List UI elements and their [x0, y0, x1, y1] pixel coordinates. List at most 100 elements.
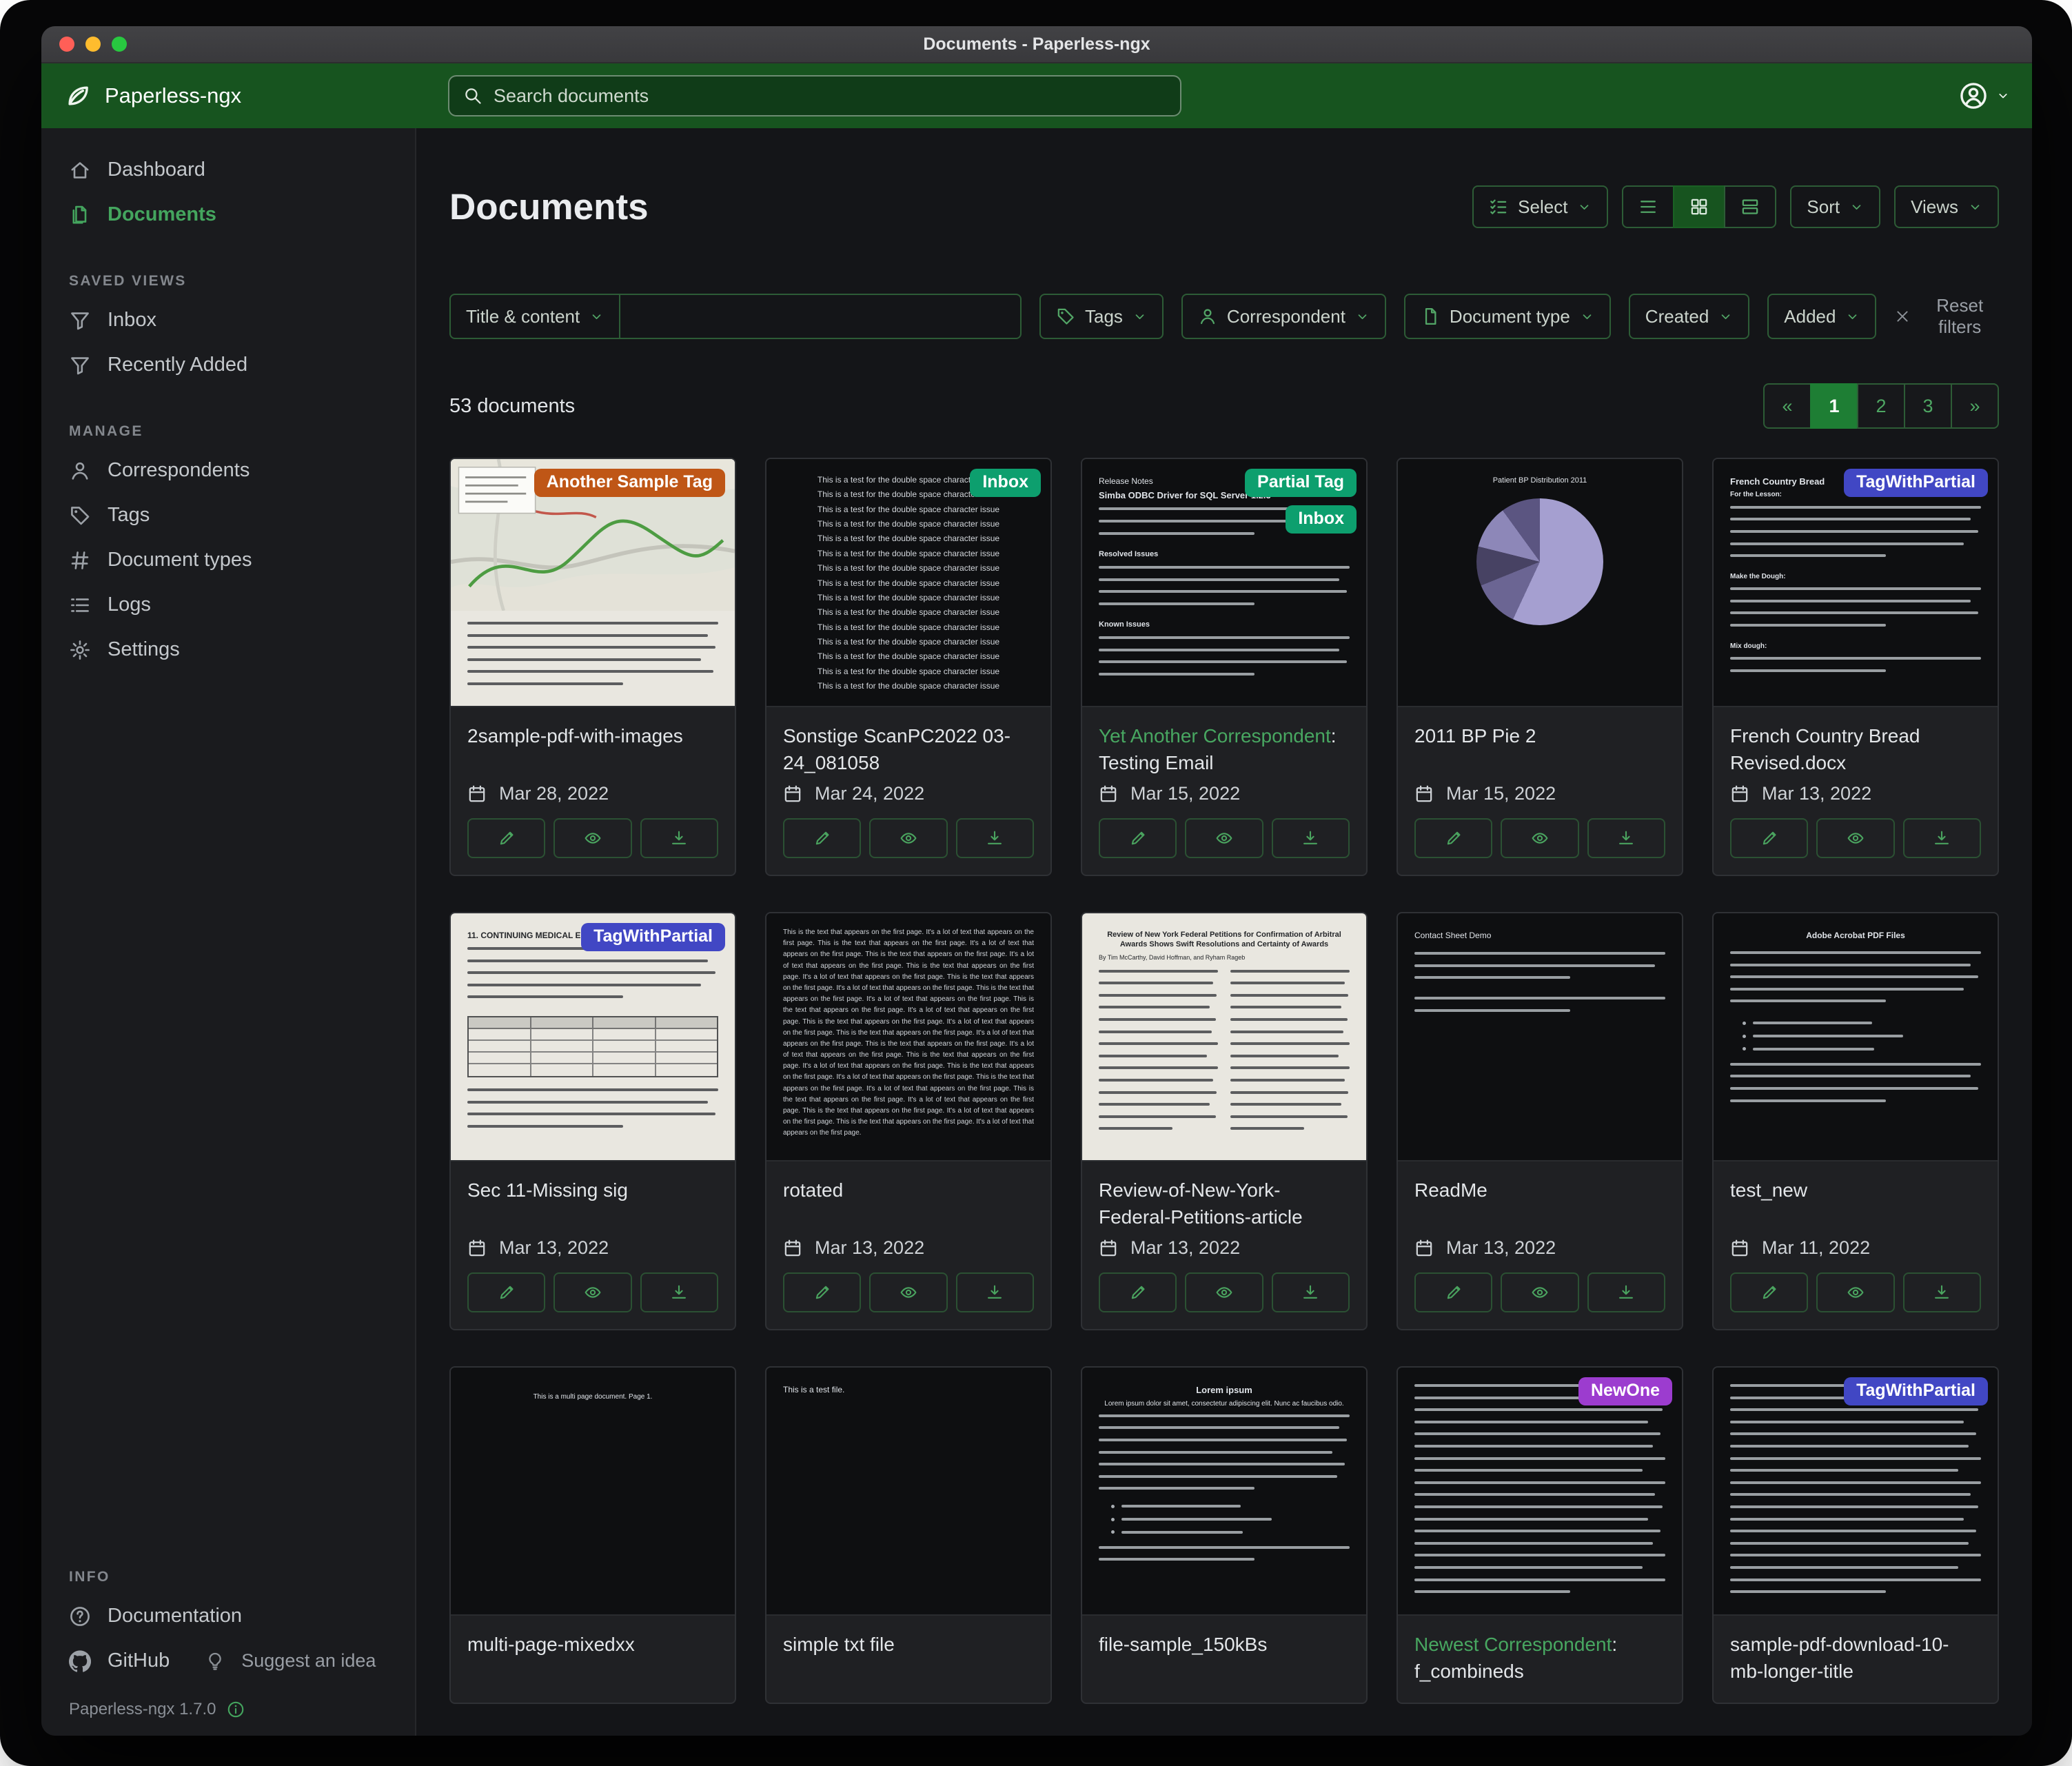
edit-document-button[interactable] [1414, 1272, 1492, 1312]
sidebar-item-github[interactable]: GitHub [41, 1638, 178, 1683]
view-document-button[interactable] [1185, 818, 1263, 858]
view-document-button[interactable] [869, 818, 947, 858]
download-document-button[interactable] [1272, 1272, 1350, 1312]
search-input[interactable] [494, 85, 1166, 107]
tags-filter-button[interactable]: Tags [1039, 294, 1164, 339]
tag-inbox[interactable]: Inbox [1286, 505, 1357, 534]
edit-document-button[interactable] [467, 1272, 545, 1312]
minimize-window-button[interactable] [85, 37, 101, 52]
sidebar-item-logs[interactable]: Logs [41, 582, 415, 627]
view-document-button[interactable] [1816, 1272, 1894, 1312]
pagination-prev[interactable]: « [1763, 383, 1811, 429]
views-button[interactable]: Views [1894, 185, 1999, 228]
sidebar-item-inbox[interactable]: Inbox [41, 298, 415, 343]
detail-view-button[interactable] [1724, 185, 1776, 228]
sidebar-item-documentation[interactable]: Documentation [41, 1594, 415, 1638]
document-title[interactable]: 2011 BP Pie 2 [1414, 722, 1665, 778]
user-menu[interactable] [1959, 81, 2010, 110]
download-document-button[interactable] [1272, 818, 1350, 858]
tag-another-sample-tag[interactable]: Another Sample Tag [534, 469, 725, 497]
document-thumbnail[interactable]: Patient BP Distribution 2011 [1398, 459, 1682, 707]
created-filter-button[interactable]: Created [1629, 294, 1750, 339]
pagination-page-2[interactable]: 2 [1857, 383, 1905, 429]
select-button[interactable]: Select [1472, 185, 1608, 228]
document-title[interactable]: rotated [783, 1177, 1034, 1232]
grid-view-button[interactable] [1673, 185, 1725, 228]
list-view-button[interactable] [1622, 185, 1674, 228]
download-document-button[interactable] [1587, 818, 1665, 858]
download-document-button[interactable] [1903, 1272, 1981, 1312]
sidebar-item-tags[interactable]: Tags [41, 493, 415, 538]
document-title[interactable]: Sec 11-Missing sig [467, 1177, 718, 1232]
tag-inbox[interactable]: Inbox [970, 469, 1041, 497]
correspondent-filter-button[interactable]: Correspondent [1181, 294, 1386, 339]
sort-button[interactable]: Sort [1790, 185, 1880, 228]
document-type-filter-button[interactable]: Document type [1404, 294, 1611, 339]
document-thumbnail[interactable]: NewOne [1398, 1368, 1682, 1616]
document-title[interactable]: multi-page-mixedxx [467, 1631, 718, 1686]
pagination-page-1[interactable]: 1 [1810, 383, 1858, 429]
document-thumbnail[interactable]: Adobe Acrobat PDF Files [1714, 913, 1998, 1161]
tag-tagwithpartial[interactable]: TagWithPartial [581, 923, 725, 951]
document-title[interactable]: Yet Another Correspondent: Testing Email [1099, 722, 1350, 778]
document-title[interactable]: Newest Correspondent: f_combineds [1414, 1631, 1665, 1686]
document-thumbnail[interactable]: Review of New York Federal Petitions for… [1082, 913, 1366, 1161]
document-title[interactable]: simple txt file [783, 1631, 1034, 1686]
pagination-page-3[interactable]: 3 [1904, 383, 1952, 429]
download-document-button[interactable] [1587, 1272, 1665, 1312]
document-thumbnail[interactable]: This is a test file. [766, 1368, 1050, 1616]
edit-document-button[interactable] [1099, 1272, 1177, 1312]
view-document-button[interactable] [1501, 818, 1578, 858]
document-title[interactable]: test_new [1730, 1177, 1981, 1232]
document-thumbnail[interactable]: TagWithPartial [1714, 1368, 1998, 1616]
global-search[interactable] [448, 75, 1181, 116]
document-thumbnail[interactable]: Another Sample Tag [451, 459, 735, 707]
sidebar-item-documents[interactable]: Documents [41, 192, 415, 237]
edit-document-button[interactable] [467, 818, 545, 858]
sidebar-item-suggest-an-idea[interactable]: Suggest an idea [178, 1639, 384, 1683]
document-title[interactable]: sample-pdf-download-10-mb-longer-title [1730, 1631, 1981, 1686]
edit-document-button[interactable] [783, 818, 861, 858]
zoom-window-button[interactable] [112, 37, 127, 52]
view-document-button[interactable] [553, 1272, 631, 1312]
view-document-button[interactable] [869, 1272, 947, 1312]
edit-document-button[interactable] [1099, 818, 1177, 858]
download-document-button[interactable] [956, 818, 1034, 858]
sidebar-item-settings[interactable]: Settings [41, 627, 415, 672]
document-title[interactable]: ReadMe [1414, 1177, 1665, 1232]
document-title[interactable]: 2sample-pdf-with-images [467, 722, 718, 778]
sidebar-item-dashboard[interactable]: Dashboard [41, 148, 415, 192]
download-document-button[interactable] [640, 1272, 718, 1312]
download-document-button[interactable] [1903, 818, 1981, 858]
document-correspondent[interactable]: Newest Correspondent [1414, 1634, 1612, 1655]
title-content-filter-input[interactable] [619, 294, 1022, 339]
sidebar-item-document-types[interactable]: Document types [41, 538, 415, 582]
tag-tagwithpartial[interactable]: TagWithPartial [1844, 1377, 1988, 1405]
document-thumbnail[interactable]: Release NotesSimba ODBC Driver for SQL S… [1082, 459, 1366, 707]
document-correspondent[interactable]: Yet Another Correspondent [1099, 725, 1331, 747]
tag-tagwithpartial[interactable]: TagWithPartial [1844, 469, 1988, 497]
view-document-button[interactable] [553, 818, 631, 858]
document-title[interactable]: file-sample_150kBs [1099, 1631, 1350, 1686]
sidebar-item-recently-added[interactable]: Recently Added [41, 343, 415, 387]
view-document-button[interactable] [1501, 1272, 1578, 1312]
edit-document-button[interactable] [1730, 1272, 1808, 1312]
document-thumbnail[interactable]: This is the text that appears on the fir… [766, 913, 1050, 1161]
download-document-button[interactable] [956, 1272, 1034, 1312]
sidebar-item-correspondents[interactable]: Correspondents [41, 448, 415, 493]
brand[interactable]: Paperless-ngx [63, 81, 448, 110]
download-document-button[interactable] [640, 818, 718, 858]
view-document-button[interactable] [1816, 818, 1894, 858]
edit-document-button[interactable] [1730, 818, 1808, 858]
reset-filters-button[interactable]: Reset filters [1894, 295, 1999, 338]
document-thumbnail[interactable]: Lorem ipsumLorem ipsum dolor sit amet, c… [1082, 1368, 1366, 1616]
tag-partial-tag[interactable]: Partial Tag [1245, 469, 1357, 497]
document-thumbnail[interactable]: 11. CONTINUING MEDICAL EDUCATagWithParti… [451, 913, 735, 1161]
added-filter-button[interactable]: Added [1767, 294, 1876, 339]
document-title[interactable]: Review-of-New-York-Federal-Petitions-art… [1099, 1177, 1350, 1232]
document-thumbnail[interactable]: Contact Sheet Demo [1398, 913, 1682, 1161]
tag-newone[interactable]: NewOne [1578, 1377, 1672, 1405]
pagination-next[interactable]: » [1951, 383, 1999, 429]
edit-document-button[interactable] [783, 1272, 861, 1312]
document-title[interactable]: Sonstige ScanPC2022 03-24_081058 [783, 722, 1034, 778]
